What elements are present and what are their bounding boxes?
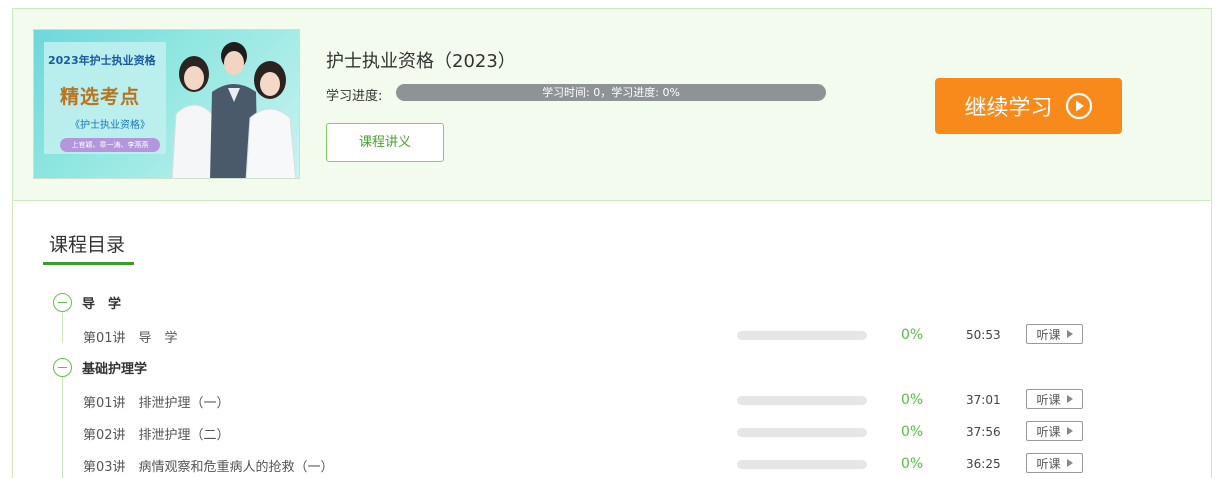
lesson-row: 第01讲 导 学 0% 50:53 听课 bbox=[13, 324, 1211, 346]
continue-learning-label: 继续学习 bbox=[964, 96, 1053, 121]
teachers-photo bbox=[171, 42, 297, 178]
triangle-right-icon bbox=[1066, 427, 1073, 435]
chapter-header[interactable]: 基础护理学 bbox=[53, 357, 147, 377]
chapter-name: 导 学 bbox=[82, 296, 122, 312]
course-title: 护士执业资格（2023） bbox=[326, 51, 516, 72]
catalog-title: 课程目录 bbox=[49, 234, 126, 256]
lesson-duration: 50:53 bbox=[966, 328, 1001, 342]
listen-button[interactable]: 听课 bbox=[1026, 453, 1083, 473]
minus-circle-icon[interactable] bbox=[53, 357, 72, 377]
lesson-name[interactable]: 第01讲 导 学 bbox=[83, 327, 178, 346]
lesson-name[interactable]: 第02讲 排泄护理（二） bbox=[83, 424, 230, 443]
chapter-header[interactable]: 导 学 bbox=[53, 292, 121, 312]
listen-button[interactable]: 听课 bbox=[1026, 421, 1083, 441]
progress-label: 学习进度: bbox=[326, 89, 383, 104]
lesson-duration: 37:01 bbox=[966, 393, 1001, 407]
continue-learning-button[interactable]: 继续学习 bbox=[935, 78, 1122, 134]
lesson-row: 第01讲 排泄护理（一） 0% 37:01 听课 bbox=[13, 389, 1211, 411]
triangle-right-icon bbox=[1066, 459, 1073, 467]
course-header: 2023年护士执业资格 精选考点 《护士执业资格》 上官颖、章一涛、李燕燕 护士… bbox=[13, 9, 1211, 201]
lesson-name[interactable]: 第01讲 排泄护理（一） bbox=[83, 392, 230, 411]
lesson-percent: 0% bbox=[901, 327, 924, 343]
listen-button[interactable]: 听课 bbox=[1026, 389, 1083, 409]
listen-label: 听课 bbox=[1036, 327, 1061, 342]
triangle-right-icon bbox=[1066, 330, 1073, 338]
lesson-progress-bar bbox=[737, 428, 867, 437]
handout-button[interactable]: 课程讲义 bbox=[326, 123, 444, 162]
lesson-percent: 0% bbox=[901, 456, 924, 472]
listen-label: 听课 bbox=[1036, 392, 1061, 407]
lesson-percent: 0% bbox=[901, 424, 924, 440]
cover-subtitle: 《护士执业资格》 bbox=[70, 120, 150, 131]
play-circle-icon bbox=[1065, 92, 1092, 120]
catalog-title-underline bbox=[43, 262, 134, 265]
listen-label: 听课 bbox=[1036, 424, 1061, 439]
cover-year-text: 2023年护士执业资格 bbox=[48, 54, 156, 67]
triangle-right-icon bbox=[1066, 395, 1073, 403]
lesson-duration: 36:25 bbox=[966, 457, 1001, 471]
cover-headline: 精选考点 bbox=[60, 86, 141, 108]
lesson-name[interactable]: 第03讲 病情观察和危重病人的抢救（一） bbox=[83, 456, 334, 475]
lesson-progress-bar bbox=[737, 396, 867, 405]
lesson-percent: 0% bbox=[901, 392, 924, 408]
listen-button[interactable]: 听课 bbox=[1026, 324, 1083, 344]
listen-label: 听课 bbox=[1036, 456, 1061, 471]
lesson-progress-bar bbox=[737, 460, 867, 469]
lesson-duration: 37:56 bbox=[966, 425, 1001, 439]
course-page: 2023年护士执业资格 精选考点 《护士执业资格》 上官颖、章一涛、李燕燕 护士… bbox=[12, 8, 1212, 478]
course-progress-text: 学习时间: 0，学习进度: 0% bbox=[542, 86, 680, 99]
course-cover-image[interactable]: 2023年护士执业资格 精选考点 《护士执业资格》 上官颖、章一涛、李燕燕 bbox=[33, 29, 300, 179]
course-progress-bar: 学习时间: 0，学习进度: 0% bbox=[396, 84, 826, 101]
lesson-row: 第03讲 病情观察和危重病人的抢救（一） 0% 36:25 听课 bbox=[13, 453, 1211, 475]
minus-circle-icon[interactable] bbox=[53, 292, 72, 312]
lesson-progress-bar bbox=[737, 331, 867, 340]
cover-teachers: 上官颖、章一涛、李燕燕 bbox=[60, 138, 160, 152]
chapter-name: 基础护理学 bbox=[82, 361, 148, 377]
lesson-row: 第02讲 排泄护理（二） 0% 37:56 听课 bbox=[13, 421, 1211, 443]
